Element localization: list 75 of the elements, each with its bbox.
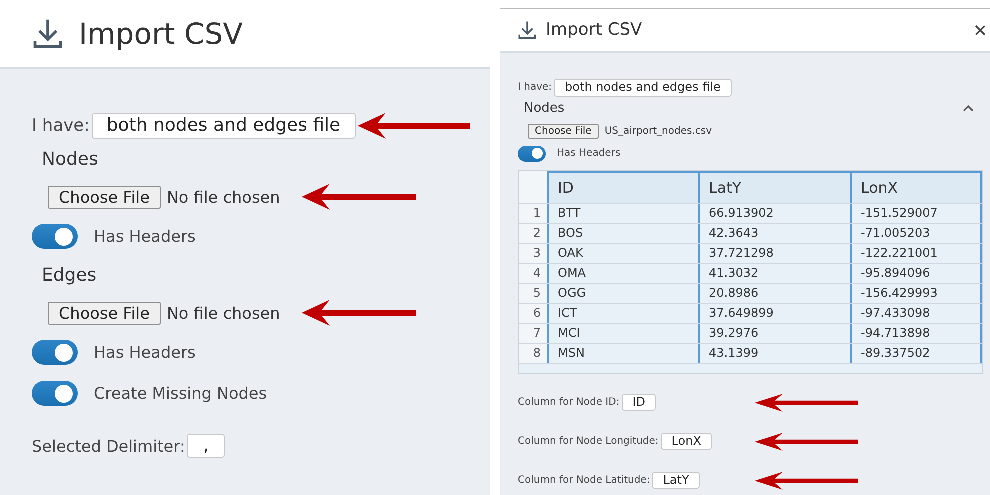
arrow-icon bbox=[358, 113, 470, 139]
table-cell: MSN bbox=[549, 344, 700, 363]
toggle-label: Has Headers bbox=[557, 148, 621, 160]
toggle-switch[interactable] bbox=[32, 340, 78, 365]
arrow-icon bbox=[755, 394, 858, 412]
toggle-switch[interactable] bbox=[32, 381, 78, 406]
column-header: LatY bbox=[700, 170, 852, 203]
table-cell: 41.3032 bbox=[700, 264, 852, 283]
row-number: 5 bbox=[519, 284, 549, 303]
file-type-select[interactable]: both nodes and edges file bbox=[554, 79, 732, 97]
table-cell: OGG bbox=[549, 284, 700, 303]
file-status: No file chosen bbox=[166, 304, 280, 322]
table-cell: OMA bbox=[549, 264, 700, 283]
i-have-label: I have: bbox=[518, 82, 552, 94]
table-cell: 37.649899 bbox=[700, 304, 852, 323]
download-icon bbox=[517, 20, 538, 40]
delimiter-label: Selected Delimiter: bbox=[32, 436, 186, 456]
mapping-label: Column for Node Latitude: bbox=[518, 475, 650, 486]
toggle-label: Create Missing Nodes bbox=[94, 384, 268, 403]
toggle-label: Has Headers bbox=[94, 343, 196, 362]
toggle-switch[interactable] bbox=[518, 146, 546, 162]
dialog-title: Import CSV bbox=[79, 16, 243, 50]
column-header: ID bbox=[549, 170, 700, 203]
table-cell: -89.337502 bbox=[852, 344, 982, 363]
row-number: 2 bbox=[519, 224, 549, 243]
row-number: 8 bbox=[519, 344, 549, 363]
choose-file-button[interactable]: Choose File bbox=[48, 302, 161, 324]
table-cell: -97.433098 bbox=[852, 304, 982, 323]
table-cell: -94.713898 bbox=[852, 324, 982, 343]
file-type-select[interactable]: both nodes and edges file bbox=[92, 113, 356, 139]
toggle-label: Has Headers bbox=[94, 227, 196, 246]
table-cell: 66.913902 bbox=[700, 204, 852, 223]
chevron-up-icon[interactable] bbox=[963, 104, 974, 112]
choose-file-button[interactable]: Choose File bbox=[528, 124, 599, 139]
choose-file-button[interactable]: Choose File bbox=[48, 186, 161, 208]
row-number: 7 bbox=[519, 324, 549, 343]
row-number: 3 bbox=[519, 244, 549, 263]
close-icon[interactable] bbox=[975, 24, 986, 36]
table-cell: 43.1399 bbox=[700, 344, 852, 363]
column-header: LonX bbox=[852, 170, 982, 203]
section-heading: Edges bbox=[42, 265, 97, 286]
delimiter-select[interactable]: , bbox=[187, 434, 226, 458]
table-cell: -95.894096 bbox=[852, 264, 982, 283]
section-heading: Nodes bbox=[42, 149, 98, 170]
table-cell: 20.8986 bbox=[700, 284, 852, 303]
table-cell: BOS bbox=[549, 224, 700, 243]
column-select[interactable]: LonX bbox=[660, 432, 712, 450]
row-number: 6 bbox=[519, 304, 549, 323]
arrow-icon bbox=[302, 184, 416, 210]
mapping-label: Column for Node ID: bbox=[518, 397, 620, 408]
table-cell: -122.221001 bbox=[852, 244, 982, 263]
table-cell: -71.005203 bbox=[852, 224, 982, 243]
row-number: 1 bbox=[519, 204, 549, 223]
dialog-title: Import CSV bbox=[546, 20, 642, 40]
mapping-label: Column for Node Longitude: bbox=[518, 436, 659, 448]
column-select[interactable]: ID bbox=[622, 394, 656, 412]
arrow-icon bbox=[755, 472, 858, 490]
arrow-icon bbox=[302, 300, 416, 326]
table-cell: OAK bbox=[549, 244, 700, 263]
column-select[interactable]: LatY bbox=[652, 472, 700, 490]
table-cell: 42.3643 bbox=[700, 224, 852, 243]
i-have-label: I have: bbox=[32, 116, 90, 136]
file-status: US_airport_nodes.csv bbox=[604, 126, 712, 137]
table-cell: MCI bbox=[549, 324, 700, 343]
table-cell: -151.529007 bbox=[852, 204, 982, 223]
table-cell: 37.721298 bbox=[700, 244, 852, 263]
file-status: No file chosen bbox=[166, 188, 280, 206]
toggle-switch[interactable] bbox=[32, 224, 78, 249]
table-cell: 39.2976 bbox=[700, 324, 852, 343]
section-heading: Nodes bbox=[524, 100, 565, 116]
arrow-icon bbox=[755, 432, 858, 451]
table-cell: BTT bbox=[549, 204, 700, 223]
table-cell: ICT bbox=[549, 304, 700, 323]
table-cell: -156.429993 bbox=[852, 284, 982, 303]
row-number: 4 bbox=[519, 264, 549, 283]
